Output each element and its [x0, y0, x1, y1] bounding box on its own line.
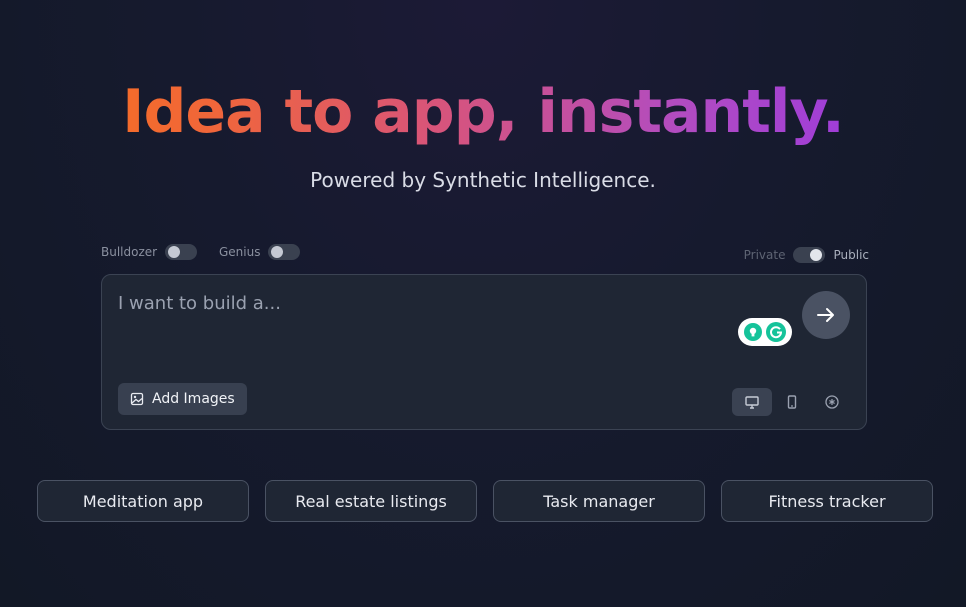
- add-images-label: Add Images: [152, 391, 235, 407]
- private-label: Private: [743, 248, 786, 262]
- prompt-input[interactable]: I want to build a...: [118, 293, 281, 314]
- hero-title: Idea to app, instantly.: [0, 74, 966, 150]
- desktop-button[interactable]: [732, 388, 772, 416]
- other-device-button[interactable]: [812, 388, 852, 416]
- desktop-icon: [745, 396, 759, 409]
- toggle-knob: [271, 246, 284, 258]
- bulldozer-label: Bulldozer: [101, 245, 158, 259]
- bulldozer-toggle-group: Bulldozer: [101, 244, 198, 260]
- toggle-knob: [810, 249, 823, 261]
- suggestion-chips: Meditation app Real estate listings Task…: [37, 480, 933, 522]
- grammarly-widget[interactable]: [738, 318, 792, 346]
- suggestion-chip[interactable]: Meditation app: [37, 480, 249, 522]
- genius-toggle[interactable]: [268, 244, 301, 260]
- mobile-icon: [787, 395, 797, 409]
- visibility-toggle-group: Private Public: [744, 247, 869, 263]
- suggestion-chip[interactable]: Task manager: [493, 480, 705, 522]
- device-selector: [732, 388, 852, 416]
- bulldozer-toggle[interactable]: [165, 244, 198, 260]
- toggle-knob: [168, 246, 181, 258]
- mobile-button[interactable]: [772, 388, 812, 416]
- visibility-toggle[interactable]: [793, 247, 826, 263]
- suggestion-chip[interactable]: Fitness tracker: [721, 480, 933, 522]
- hero-subtitle: Powered by Synthetic Intelligence.: [310, 168, 656, 192]
- genius-toggle-group: Genius: [219, 244, 301, 260]
- arrow-right-icon: [817, 308, 834, 322]
- add-images-button[interactable]: Add Images: [118, 383, 247, 415]
- public-label: Public: [833, 248, 869, 262]
- image-icon: [130, 392, 144, 406]
- send-button[interactable]: [802, 291, 850, 339]
- lightbulb-icon: [744, 323, 762, 341]
- suggestion-chip[interactable]: Real estate listings: [265, 480, 477, 522]
- genius-label: Genius: [219, 245, 261, 259]
- prompt-box: I want to build a... Add Images: [101, 274, 867, 430]
- asterisk-circle-icon: [825, 395, 839, 409]
- grammarly-logo-icon: [766, 322, 786, 342]
